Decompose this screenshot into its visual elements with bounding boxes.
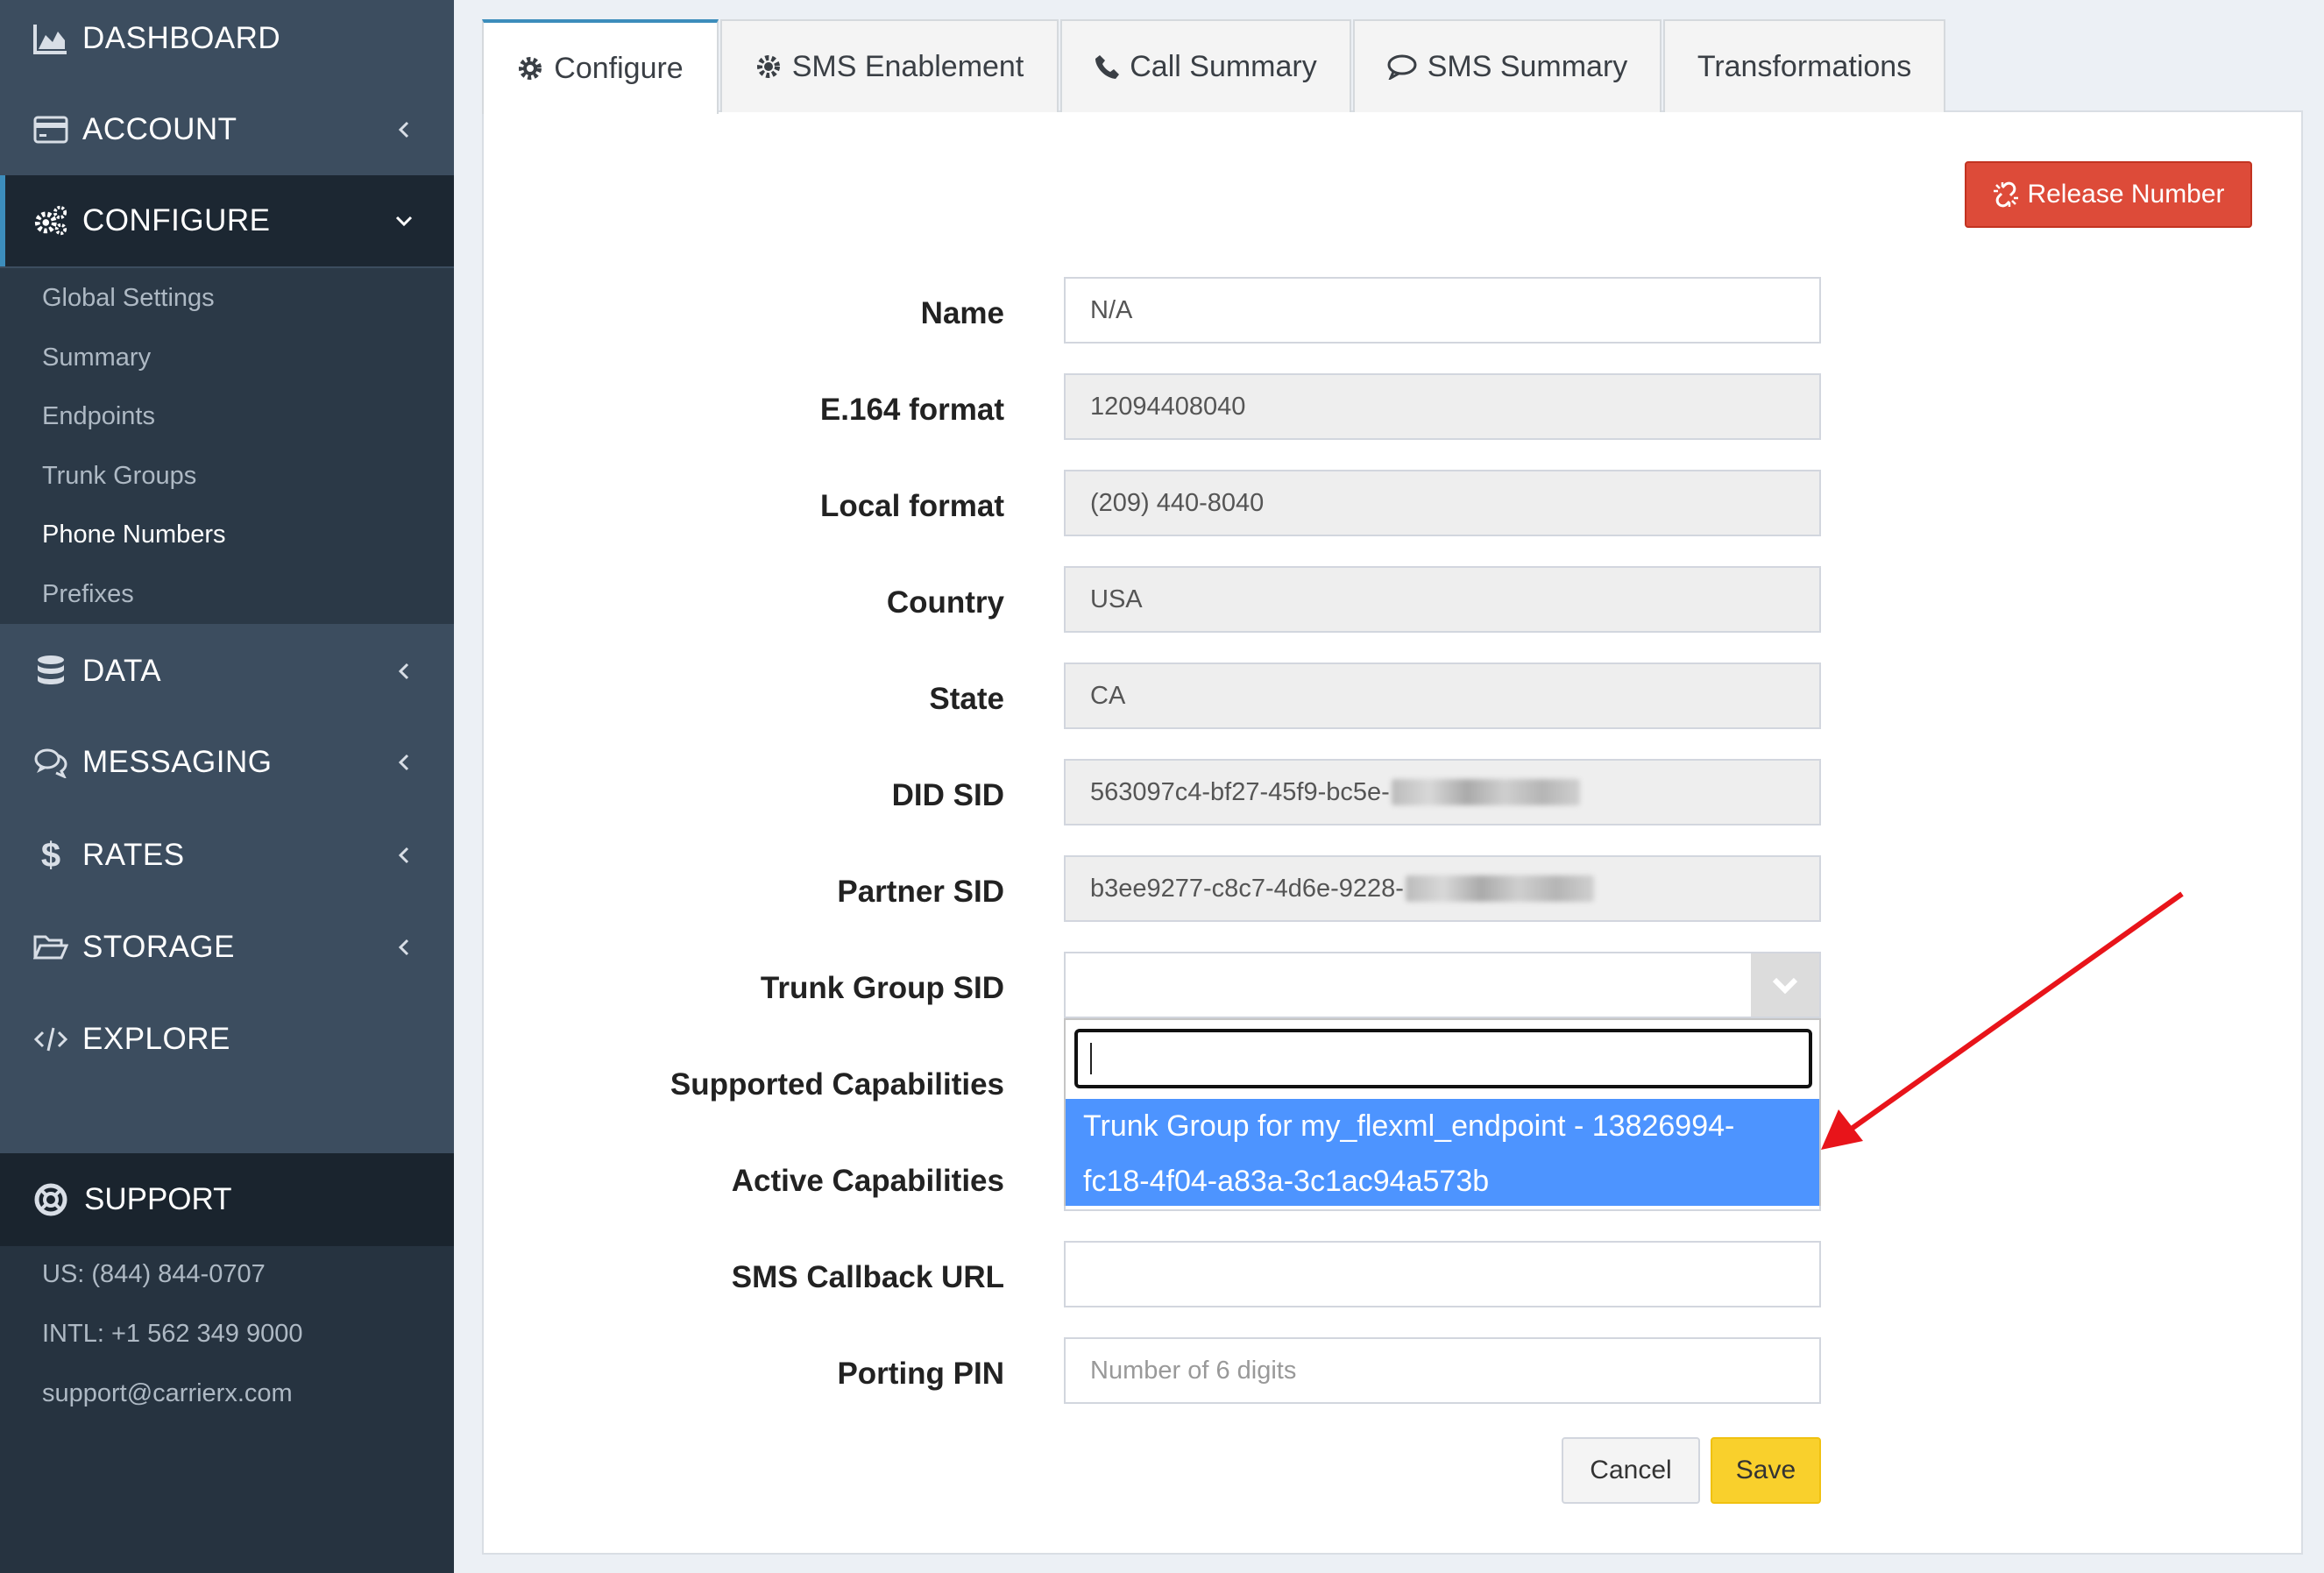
support-phone-intl: INTL: +1 562 349 9000 xyxy=(42,1320,303,1348)
nav-label: STORAGE xyxy=(82,930,236,964)
sidebar: DASHBOARD ACCOUNT CONFIGURE Global Setti… xyxy=(0,0,454,1573)
phone-icon xyxy=(1095,55,1120,79)
trunk-group-dropdown: Trunk Group for my_flexml_endpoint - 138… xyxy=(1064,1018,1821,1206)
dollar-icon: $ xyxy=(40,835,61,875)
partner-sid-field: b3ee9277-c8c7-4d6e-9228- xyxy=(1064,855,1821,922)
nav-label: ACCOUNT xyxy=(82,112,237,146)
e164-label: E.164 format xyxy=(819,393,1004,427)
nav-label: MESSAGING xyxy=(82,745,273,779)
submenu-endpoints[interactable]: Endpoints xyxy=(42,402,155,431)
dropdown-search-input[interactable] xyxy=(1074,1029,1812,1088)
support-header: SUPPORT xyxy=(0,1153,454,1246)
support-label: SUPPORT xyxy=(84,1182,232,1216)
nav-dashboard[interactable]: DASHBOARD xyxy=(0,0,454,84)
configure-submenu: Global Settings Summary Endpoints Trunk … xyxy=(0,268,454,624)
state-field: CA xyxy=(1064,663,1821,729)
tab-label: SMS Enablement xyxy=(791,49,1024,83)
unlink-icon xyxy=(1994,181,2019,208)
country-label: Country xyxy=(886,585,1004,620)
life-ring-icon xyxy=(33,1182,68,1217)
redacted-blur xyxy=(1391,779,1580,805)
chevron-left-icon xyxy=(391,657,417,684)
text-caret xyxy=(1090,1043,1092,1074)
dropdown-option[interactable]: Trunk Group for my_flexml_endpoint - 138… xyxy=(1066,1099,1819,1206)
tab-label: Configure xyxy=(554,51,684,85)
nav-label: DATA xyxy=(82,654,162,688)
credit-card-icon xyxy=(33,112,68,147)
country-field: USA xyxy=(1064,566,1821,633)
code-icon xyxy=(33,1022,68,1057)
dropdown-option-line1: Trunk Group for my_flexml_endpoint - 138… xyxy=(1083,1109,1735,1143)
local-format-field: (209) 440-8040 xyxy=(1064,470,1821,536)
active-capabilities-label: Active Capabilities xyxy=(731,1164,1004,1198)
chevron-left-icon xyxy=(391,933,417,960)
nav-messaging[interactable]: MESSAGING xyxy=(0,717,454,808)
sms-callback-url-label: SMS Callback URL xyxy=(731,1260,1004,1294)
sms-callback-url-field[interactable] xyxy=(1064,1241,1821,1307)
comments-icon xyxy=(33,745,68,780)
did-sid-label: DID SID xyxy=(891,778,1004,812)
chevron-down-icon[interactable] xyxy=(1751,953,1819,1017)
release-number-button[interactable]: Release Number xyxy=(1965,161,2252,228)
nav-storage[interactable]: STORAGE xyxy=(0,902,454,993)
trunk-group-sid-label: Trunk Group SID xyxy=(760,971,1004,1005)
save-button[interactable]: Save xyxy=(1711,1437,1821,1504)
dropdown-option-line2: fc18-4f04-a83a-3c1ac94a573b xyxy=(1083,1165,1490,1198)
tab-label: Transformations xyxy=(1697,49,1912,83)
tab-transformations[interactable]: Transformations xyxy=(1663,19,1945,112)
database-icon xyxy=(33,654,68,689)
nav-label: RATES xyxy=(82,838,185,872)
nav-configure[interactable]: CONFIGURE xyxy=(0,175,454,266)
redacted-blur xyxy=(1405,875,1594,902)
submenu-global-settings[interactable]: Global Settings xyxy=(42,284,215,313)
submenu-summary[interactable]: Summary xyxy=(42,344,151,372)
chevron-down-icon xyxy=(391,207,417,233)
chevron-left-icon xyxy=(391,748,417,775)
partner-sid-value: b3ee9277-c8c7-4d6e-9228- xyxy=(1090,874,1404,903)
comment-icon xyxy=(1387,54,1417,80)
porting-pin-label: Porting PIN xyxy=(837,1357,1004,1391)
nav-label: CONFIGURE xyxy=(82,203,271,237)
e164-field: 12094408040 xyxy=(1064,373,1821,440)
gears-icon xyxy=(33,203,68,238)
chevron-left-icon xyxy=(391,841,417,868)
nav-account[interactable]: ACCOUNT xyxy=(0,84,454,175)
gear-icon xyxy=(756,55,780,78)
submenu-trunk-groups[interactable]: Trunk Groups xyxy=(42,462,196,491)
name-label: Name xyxy=(920,296,1004,330)
tab-configure[interactable]: Configure xyxy=(482,19,719,114)
tab-sms-summary[interactable]: SMS Summary xyxy=(1353,19,1662,112)
porting-pin-field[interactable]: Number of 6 digits xyxy=(1064,1337,1821,1404)
local-format-label: Local format xyxy=(819,489,1004,523)
folder-open-icon xyxy=(33,930,68,965)
cancel-button[interactable]: Cancel xyxy=(1562,1437,1700,1504)
tab-call-summary[interactable]: Call Summary xyxy=(1060,19,1351,112)
partner-sid-label: Partner SID xyxy=(837,875,1004,909)
nav-explore[interactable]: EXPLORE xyxy=(0,994,454,1085)
tab-sms-enablement[interactable]: SMS Enablement xyxy=(720,19,1059,112)
submenu-prefixes[interactable]: Prefixes xyxy=(42,580,134,609)
support-section: SUPPORT US: (844) 844-0707 INTL: +1 562 … xyxy=(0,1153,454,1573)
trunk-group-sid-select[interactable] xyxy=(1064,952,1821,1018)
support-email[interactable]: support@carrierx.com xyxy=(42,1379,293,1408)
name-field[interactable]: N/A xyxy=(1064,277,1821,344)
support-phone-us: US: (844) 844-0707 xyxy=(42,1260,266,1288)
state-label: State xyxy=(929,682,1004,716)
supported-capabilities-label: Supported Capabilities xyxy=(670,1067,1004,1102)
submenu-phone-numbers[interactable]: Phone Numbers xyxy=(42,521,226,549)
nav-data[interactable]: DATA xyxy=(0,626,454,717)
did-sid-value: 563097c4-bf27-45f9-bc5e- xyxy=(1090,777,1390,806)
nav-label: DASHBOARD xyxy=(82,21,281,55)
gear-icon xyxy=(519,57,542,80)
tab-label: Call Summary xyxy=(1130,49,1317,83)
area-chart-icon xyxy=(33,21,68,56)
chevron-left-icon xyxy=(391,116,417,142)
release-number-label: Release Number xyxy=(2027,180,2225,209)
nav-label: EXPLORE xyxy=(82,1022,230,1056)
did-sid-field: 563097c4-bf27-45f9-bc5e- xyxy=(1064,759,1821,825)
nav-rates[interactable]: $ RATES xyxy=(0,810,454,901)
tab-label: SMS Summary xyxy=(1427,49,1628,83)
